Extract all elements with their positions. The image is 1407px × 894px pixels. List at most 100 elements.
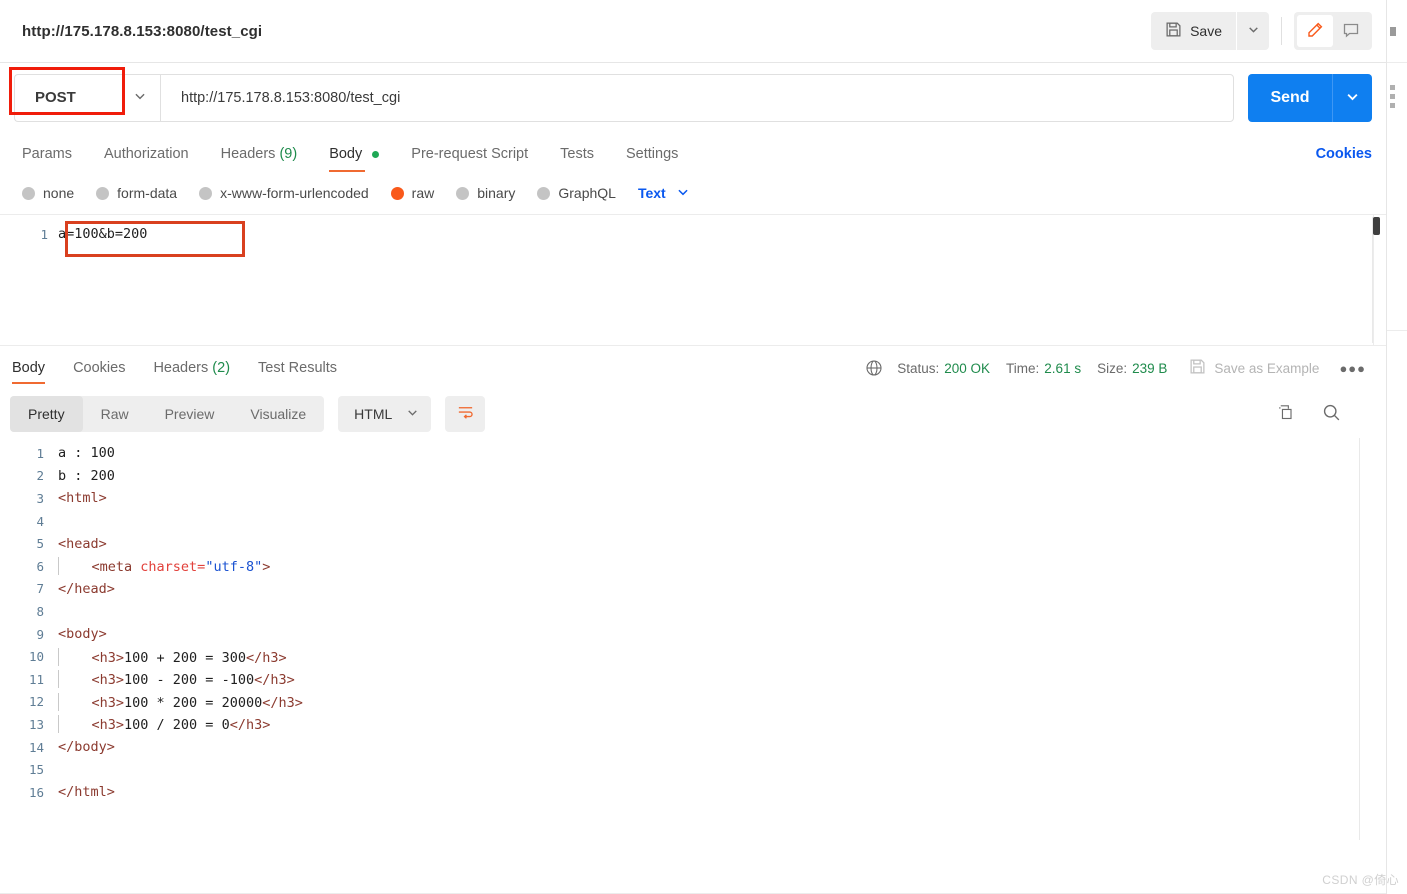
line-number: 1: [40, 226, 48, 242]
tab-authorization[interactable]: Authorization: [104, 146, 189, 172]
top-bar-actions: Save: [1151, 12, 1372, 50]
body-type-binary[interactable]: binary: [456, 185, 515, 201]
request-body-text[interactable]: a=100&b=200: [58, 226, 147, 242]
tab-label: Cookies: [73, 360, 126, 376]
code-token: </body>: [58, 739, 115, 756]
body-type-x-www-form-urlencoded[interactable]: x-www-form-urlencoded: [199, 185, 369, 201]
comments-button[interactable]: [1333, 15, 1369, 47]
code-token: 100 * 200 = 20000: [124, 694, 263, 711]
response-tab-test-results[interactable]: Test Results: [256, 350, 339, 386]
response-status-bar: Status: 200 OK Time: 2.61 s Size: 239 B …: [865, 358, 1372, 378]
edit-mode-button[interactable]: [1297, 15, 1333, 47]
code-text: </head>: [58, 581, 115, 597]
body-type-graphql[interactable]: GraphQL: [537, 185, 616, 201]
tab-body[interactable]: Body: [329, 146, 380, 172]
body-type-label: binary: [477, 185, 516, 201]
sidebar-icon-2[interactable]: [1387, 63, 1407, 115]
response-tab-body[interactable]: Body: [10, 350, 47, 386]
body-type-form-data[interactable]: form-data: [96, 185, 177, 201]
code-text: </body>: [58, 739, 115, 755]
ellipsis-icon[interactable]: ●●●: [1339, 361, 1366, 376]
chevron-down-icon: [1247, 23, 1260, 39]
response-tab-headers[interactable]: Headers (2): [151, 350, 232, 386]
sidebar-icon-1[interactable]: [1387, 0, 1407, 38]
line-number: 16: [28, 784, 44, 800]
line-number: 10: [28, 649, 44, 665]
right-sidebar-section-1: [1387, 0, 1407, 63]
response-tab-cookies[interactable]: Cookies: [71, 350, 127, 386]
radio-selected-icon: [390, 186, 404, 200]
request-body-editor[interactable]: 1 a=100&b=200: [0, 214, 1386, 346]
body-type-none[interactable]: none: [22, 185, 74, 201]
tab-params[interactable]: Params: [22, 146, 72, 172]
view-pretty[interactable]: Pretty: [10, 396, 83, 432]
tab-tests[interactable]: Tests: [560, 146, 594, 172]
code-text: <h3>100 / 200 = 0</h3>: [58, 715, 270, 734]
line-number: 12: [28, 694, 44, 710]
code-line: 7 </head>: [0, 578, 1386, 601]
save-options-button[interactable]: [1237, 12, 1269, 50]
method-dropdown-button[interactable]: [120, 89, 160, 106]
code-token: <h3>: [59, 717, 125, 734]
request-tabs: Params Authorization Headers (9) Body Pr…: [0, 132, 1386, 172]
body-type-label: form-data: [117, 185, 178, 201]
radio-icon: [199, 186, 213, 200]
line-number: 15: [28, 762, 44, 778]
view-raw[interactable]: Raw: [83, 396, 147, 432]
view-visualize[interactable]: Visualize: [232, 396, 324, 432]
body-type-label: none: [43, 185, 75, 201]
code-token: </html>: [58, 784, 115, 801]
line-number: 13: [28, 716, 44, 732]
editor-scrollbar-thumb[interactable]: [1373, 217, 1380, 235]
request-body-code[interactable]: 1 a=100&b=200: [0, 215, 1386, 345]
view-label: Visualize: [250, 406, 307, 422]
method-value: POST: [35, 89, 76, 106]
view-preview[interactable]: Preview: [147, 396, 233, 432]
raw-format-selector[interactable]: Text: [638, 185, 690, 202]
save-as-example-label: Save as Example: [1214, 360, 1320, 376]
line-number: 8: [36, 603, 44, 619]
cookies-link[interactable]: Cookies: [1316, 146, 1372, 172]
method-selector[interactable]: POST: [9, 66, 160, 122]
send-options-button[interactable]: [1332, 73, 1372, 122]
tab-settings[interactable]: Settings: [626, 146, 678, 172]
response-tabs-row: Body Cookies Headers (2) Test Results St…: [0, 346, 1386, 390]
copy-icon[interactable]: [1276, 403, 1295, 425]
tab-label: Tests: [560, 146, 594, 162]
chevron-down-icon: [133, 89, 147, 106]
chevron-down-icon: [406, 406, 419, 422]
save-as-example-button[interactable]: Save as Example: [1189, 358, 1319, 378]
response-scroll-track: [1359, 438, 1360, 840]
tab-headers[interactable]: Headers (9): [221, 146, 298, 172]
code-line: 5 <head>: [0, 532, 1386, 555]
code-token: 100 + 200 = 300: [124, 649, 246, 666]
response-format-selector[interactable]: HTML: [338, 396, 432, 432]
code-token: <meta: [59, 559, 141, 576]
code-line: 8: [0, 600, 1386, 623]
send-group: Send: [1248, 73, 1372, 122]
word-wrap-button[interactable]: [445, 396, 486, 432]
code-token: </h3>: [245, 649, 287, 666]
code-line: 15: [0, 758, 1386, 781]
chevron-down-icon: [1345, 89, 1360, 107]
line-number: 9: [36, 626, 44, 642]
url-input[interactable]: http://175.178.8.153:8080/test_cgi: [160, 73, 1234, 122]
response-body-viewer[interactable]: 1 a : 100 2 b : 200 3 <html> 4 5 <head> 6 <meta c…: [0, 438, 1386, 840]
save-button[interactable]: Save: [1151, 12, 1236, 50]
code-line: 3 <html>: [0, 487, 1386, 510]
size-group: Size: 239 B: [1097, 361, 1167, 376]
code-token: 100 - 200 = -100: [124, 672, 255, 689]
toolbar-divider: [1281, 17, 1282, 45]
page-title: http://175.178.8.153:8080/test_cgi: [22, 22, 263, 40]
tab-pre-request-script[interactable]: Pre-request Script: [411, 146, 528, 172]
code-token: </head>: [58, 580, 115, 597]
floppy-disk-icon: [1189, 358, 1206, 378]
code-line: 11 <h3>100 - 200 = -100</h3>: [0, 668, 1386, 691]
code-line: 6 <meta charset="utf-8">: [0, 555, 1386, 578]
body-type-raw[interactable]: raw: [390, 185, 434, 201]
send-button[interactable]: Send: [1248, 73, 1332, 122]
code-text: <head>: [58, 536, 107, 552]
radio-icon: [96, 186, 110, 200]
tab-label: Headers: [220, 146, 276, 162]
search-icon[interactable]: [1321, 402, 1342, 426]
